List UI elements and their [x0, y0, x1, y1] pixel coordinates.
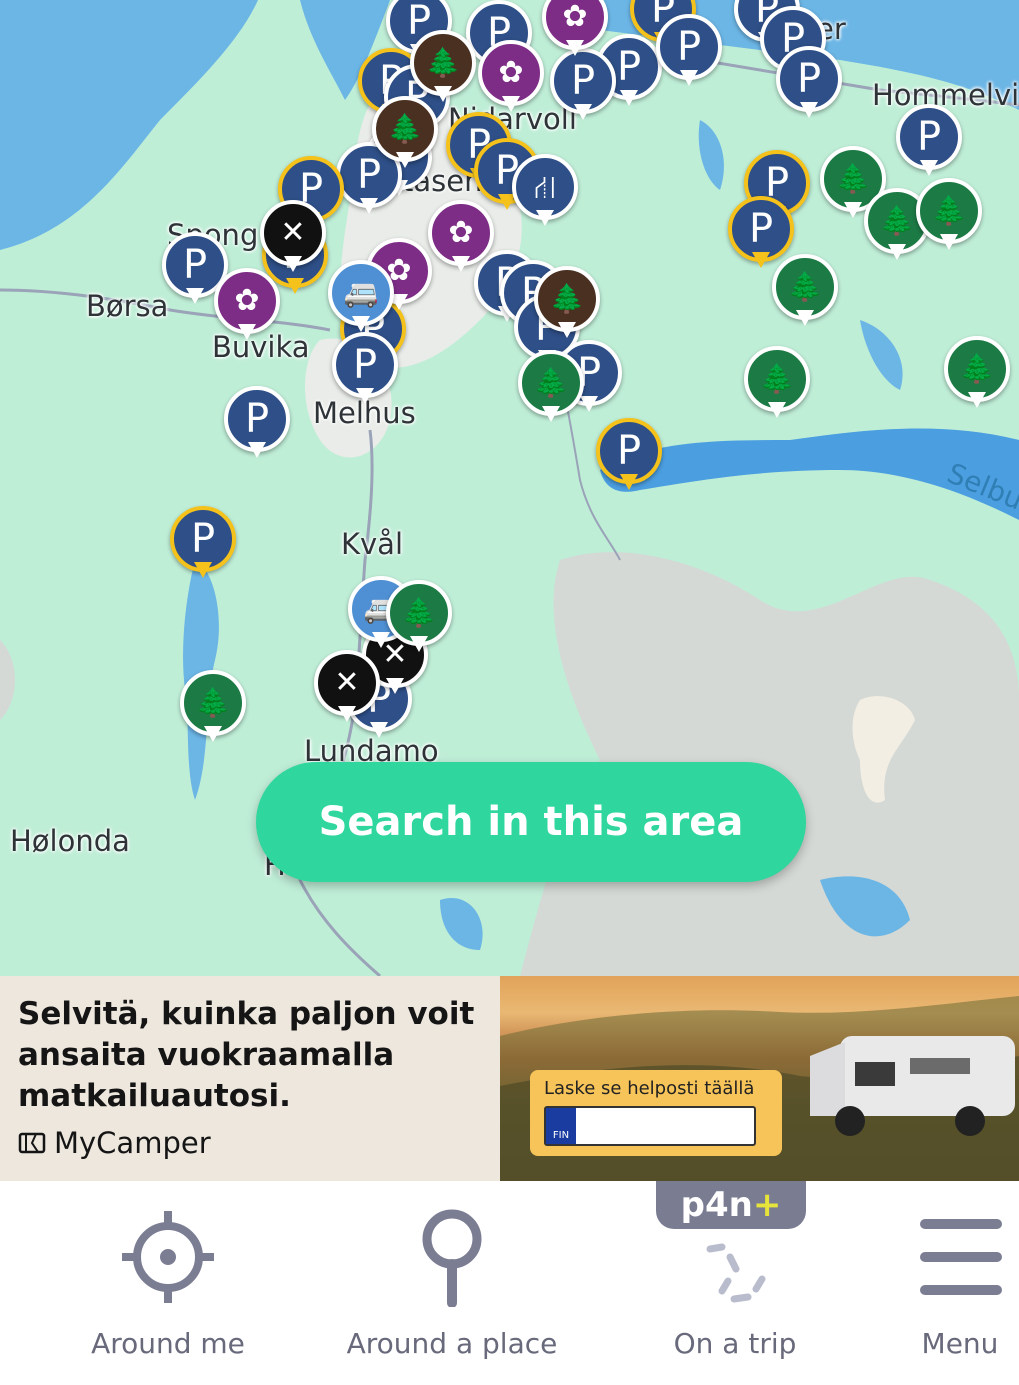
- parking-icon: P: [352, 342, 378, 388]
- map-icon: [18, 1132, 46, 1154]
- nav-around-me[interactable]: Around me: [60, 1181, 276, 1385]
- map-marker-parking-paid[interactable]: P: [170, 506, 236, 580]
- map-marker-nature[interactable]: 🌲: [410, 30, 476, 104]
- tree-icon: 🌲: [533, 366, 569, 399]
- map-marker-parking[interactable]: P: [776, 46, 842, 120]
- nav-label: Menu: [921, 1327, 999, 1360]
- license-plate-input[interactable]: FIN: [544, 1106, 756, 1146]
- map-marker-service[interactable]: ✿: [214, 268, 280, 342]
- nav-label: Around a place: [346, 1327, 558, 1360]
- parking-icon: P: [748, 206, 774, 252]
- service-icon: ✿: [234, 283, 260, 318]
- tree-icon: 🌲: [879, 204, 915, 237]
- service-icon: ✿: [562, 0, 588, 34]
- parking-icon: P: [182, 242, 208, 288]
- map-marker-service[interactable]: ✿: [542, 0, 608, 58]
- tree-icon: 🌲: [425, 46, 461, 79]
- parking-icon: P: [616, 428, 642, 474]
- ad-brand-name: MyCamper: [54, 1126, 211, 1160]
- parking-icon: P: [676, 24, 702, 70]
- place-label-borsa: Børsa: [86, 289, 169, 323]
- loading-route-icon: [706, 1243, 766, 1303]
- map-marker-highway-rest[interactable]: ⛙: [512, 154, 578, 228]
- p4n-badge-text: p4n: [680, 1185, 753, 1225]
- parking-icon: P: [244, 396, 270, 442]
- map-marker-service[interactable]: ✿: [428, 200, 494, 274]
- parking-icon: P: [616, 44, 642, 90]
- map-marker-parking[interactable]: P: [656, 14, 722, 88]
- map-marker-service[interactable]: ✿: [478, 40, 544, 114]
- ad-calculator-card[interactable]: Laske se helposti täällä FIN: [530, 1070, 782, 1156]
- map-marker-nature[interactable]: 🌲: [386, 580, 452, 654]
- parking-icon: P: [916, 114, 942, 160]
- map-marker-camping[interactable]: ✕: [260, 200, 326, 274]
- tree-icon: 🌲: [549, 282, 585, 315]
- nav-label: On a trip: [673, 1327, 797, 1360]
- plate-country-code: FIN: [546, 1108, 576, 1144]
- tent-icon: ✕: [280, 215, 306, 250]
- map-marker-parking-paid[interactable]: P: [596, 418, 662, 492]
- tree-icon: 🌲: [787, 270, 823, 303]
- map-marker-nature[interactable]: 🌲: [744, 346, 810, 420]
- place-label-kval: Kvål: [341, 527, 404, 561]
- bottom-navigation: Around me Around a place On a trip Menu: [0, 1181, 1019, 1385]
- ad-headline: Selvitä, kuinka paljon voit ansaita vuok…: [18, 996, 475, 1114]
- camper-van-icon: 🚐: [343, 276, 379, 309]
- parking-icon: P: [190, 516, 216, 562]
- map-marker-nature[interactable]: 🌲: [372, 96, 438, 170]
- tree-icon: 🌲: [195, 686, 231, 719]
- map-marker-nature[interactable]: 🌲: [518, 350, 584, 424]
- nav-around-a-place[interactable]: Around a place: [336, 1181, 568, 1385]
- service-icon: ✿: [498, 55, 524, 90]
- ad-brand: MyCamper: [18, 1126, 211, 1160]
- highway-icon: ⛙: [533, 168, 557, 206]
- p4n-badge-plus: +: [752, 1185, 782, 1225]
- hamburger-icon: [920, 1219, 1002, 1295]
- nav-label: Around me: [91, 1327, 245, 1360]
- tree-icon: 🌲: [959, 352, 995, 385]
- map-marker-nature[interactable]: 🌲: [534, 266, 600, 340]
- map-marker-parking[interactable]: P: [332, 332, 398, 406]
- map-marker-parking[interactable]: P: [550, 48, 616, 122]
- p4n-plus-badge[interactable]: p4n+: [656, 1181, 806, 1229]
- search-in-area-button[interactable]: Search in this area: [256, 762, 806, 882]
- map-marker-nature[interactable]: 🌲: [180, 670, 246, 744]
- tree-icon: 🌲: [387, 112, 423, 145]
- crosshair-icon: [122, 1211, 214, 1303]
- map-pin-icon: [422, 1209, 482, 1307]
- tree-icon: 🌲: [401, 596, 437, 629]
- nav-menu[interactable]: Menu: [900, 1181, 1019, 1385]
- map-marker-nature[interactable]: 🌲: [772, 254, 838, 328]
- tree-icon: 🌲: [759, 362, 795, 395]
- map-marker-parking[interactable]: P: [224, 386, 290, 460]
- map-marker-parking[interactable]: P: [896, 104, 962, 178]
- map-view[interactable]: Hommelvi Børsa Buvika Melhus Kvål Lundam…: [0, 0, 1019, 976]
- ad-card-label: Laske se helposti täällä: [544, 1078, 755, 1099]
- service-icon: ✿: [448, 215, 474, 250]
- place-label-holonda: Hølonda: [10, 824, 130, 858]
- tent-icon: ✕: [334, 665, 360, 700]
- map-marker-campsite[interactable]: 🚐: [328, 260, 394, 334]
- ad-banner[interactable]: Selvitä, kuinka paljon voit ansaita vuok…: [0, 976, 1019, 1181]
- map-marker-camping[interactable]: ✕: [314, 650, 380, 724]
- map-marker-nature[interactable]: 🌲: [916, 178, 982, 252]
- parking-icon: P: [796, 56, 822, 102]
- tree-icon: 🌲: [931, 194, 967, 227]
- map-marker-nature[interactable]: 🌲: [944, 336, 1010, 410]
- parking-icon: P: [570, 58, 596, 104]
